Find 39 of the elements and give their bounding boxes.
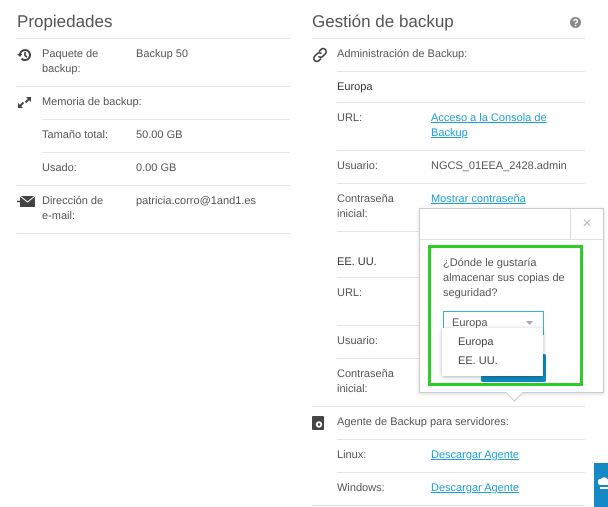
property-label: Windows: <box>337 481 386 496</box>
property-label: Memoria de backup: <box>42 95 143 110</box>
property-label: Linux: <box>337 448 368 463</box>
link-icon <box>312 46 328 62</box>
property-label: Paquete de backup: <box>42 47 100 77</box>
envelope-icon <box>17 196 35 207</box>
property-label: URL: <box>337 111 364 126</box>
property-label: URL: <box>337 286 364 301</box>
question-text: ¿Dónde le gustaría almacenar sus copias de seguridad? <box>443 256 566 301</box>
property-value: 0.00 GB <box>136 161 178 176</box>
property-label: Administración de Backup: <box>337 47 468 62</box>
help-icon[interactable] <box>570 16 581 28</box>
region-heading: EE. UU. <box>337 255 378 270</box>
property-value: Backup 50 <box>136 47 189 62</box>
dropdown-option[interactable]: EE. UU. <box>442 352 543 371</box>
property-label: Contraseña inicial: <box>337 192 395 222</box>
property-label: Usuario: <box>337 159 379 174</box>
property-value: patricia.corro@1and1.es <box>136 194 258 209</box>
cloud-icon <box>598 475 608 489</box>
link[interactable]: Descargar Agente <box>431 448 585 463</box>
property-label: Dirección de e-mail: <box>42 194 104 224</box>
property-label: Usuario: <box>337 334 379 349</box>
property-label: Tamaño total: <box>42 128 110 143</box>
expand-icon <box>17 96 32 109</box>
history-icon <box>17 48 32 62</box>
caret-icon <box>526 321 533 325</box>
property-label: Usado: <box>42 161 78 176</box>
link[interactable]: Descargar Agente <box>431 481 585 496</box>
property-label: Agente de Backup para servidores: <box>337 415 510 430</box>
close-button[interactable]: × <box>570 209 603 239</box>
property-label: Contraseña inicial: <box>337 367 395 397</box>
dropdown-option[interactable]: Europa <box>442 333 543 352</box>
link[interactable]: Acceso a la Consola de Backup <box>431 111 585 141</box>
property-value: NGCS_01EEA_2428.admin <box>431 159 568 174</box>
link[interactable]: Mostrar contraseña <box>431 192 585 207</box>
section-title: Propiedades <box>17 12 112 32</box>
region-heading: Europa <box>337 80 374 95</box>
property-value: 50.00 GB <box>136 128 184 143</box>
section-title: Gestión de backup <box>312 12 454 32</box>
